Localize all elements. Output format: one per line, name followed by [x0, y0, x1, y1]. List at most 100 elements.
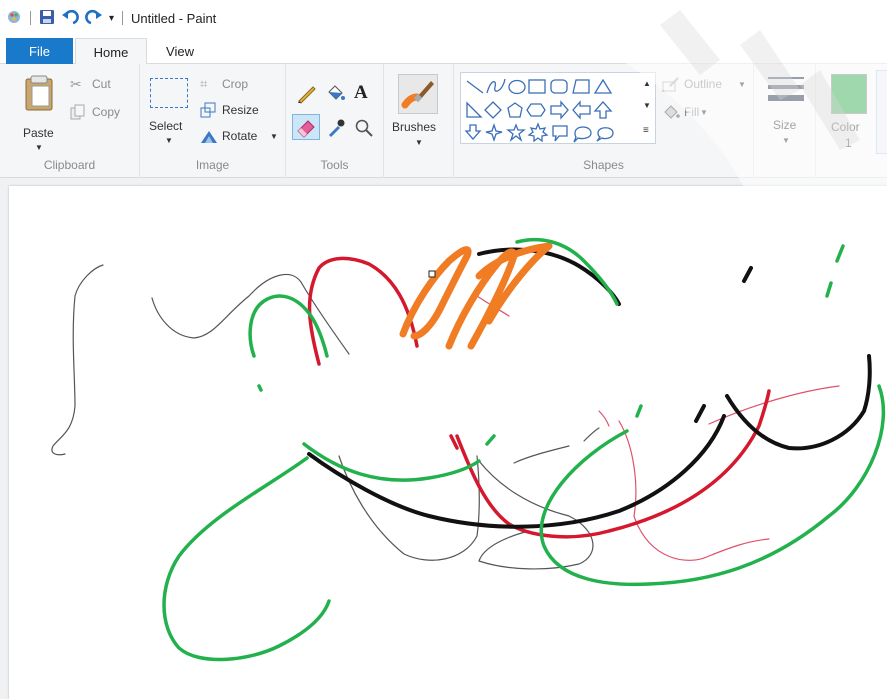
rotate-icon: [201, 131, 217, 143]
separator: [122, 11, 124, 25]
paste-icon: [25, 75, 53, 111]
size-button[interactable]: Size ▼: [762, 72, 810, 152]
paste-label: Paste: [23, 126, 54, 140]
rotate-label: Rotate: [222, 129, 258, 143]
tools-group-label: Tools: [320, 158, 349, 172]
stroke-green-dash-3: [635, 404, 643, 418]
resize-button[interactable]: Resize: [200, 102, 280, 120]
polygon-shape-icon[interactable]: [572, 79, 590, 94]
eraser-icon[interactable]: [292, 114, 320, 140]
tab-view[interactable]: View: [150, 38, 210, 64]
image-group-label: Image: [195, 158, 230, 172]
fill-bucket-icon[interactable]: [324, 84, 346, 107]
ribbon-tabs: File Home View: [0, 36, 887, 65]
redo-icon[interactable]: [85, 9, 103, 28]
drawing-canvas[interactable]: [9, 186, 887, 699]
text-tool-icon[interactable]: A: [354, 82, 368, 104]
select-label: Select: [149, 119, 183, 133]
pentagon-shape-icon[interactable]: [507, 102, 523, 118]
scissors-icon: ✂: [70, 76, 82, 92]
shapes-group: ▲ ▼ ≡ Outline ▼ Fill ▼ Shapes: [454, 64, 754, 178]
fill-icon: [664, 105, 680, 119]
five-point-star-shape-icon[interactable]: [506, 123, 526, 142]
tab-home[interactable]: Home: [75, 38, 147, 65]
chevron-down-icon: ▼: [165, 136, 173, 145]
select-button[interactable]: Select ▼: [146, 76, 192, 154]
up-arrow-shape-icon[interactable]: [593, 101, 613, 119]
quick-access-toolbar: ▾: [6, 8, 125, 28]
shapes-group-label: Shapes: [583, 158, 624, 172]
six-point-star-shape-icon[interactable]: [527, 122, 549, 143]
gallery-scroll-down-icon[interactable]: ▼: [643, 101, 651, 110]
color-picker-icon[interactable]: [326, 118, 346, 141]
color2-button[interactable]: [876, 70, 887, 154]
gallery-scroll-up-icon[interactable]: ▲: [643, 79, 651, 88]
brushes-label: Brushes: [392, 120, 437, 134]
rectangle-shape-icon[interactable]: [528, 79, 546, 94]
diamond-shape-icon[interactable]: [484, 101, 502, 119]
color1-number: 1: [845, 136, 852, 150]
crop-button[interactable]: ⌗ Crop: [200, 76, 280, 94]
separator: [30, 11, 31, 25]
fill-button[interactable]: Fill ▼: [662, 104, 732, 122]
clipboard-group: Paste ▼ ✂ Cut Copy Clipboard: [0, 64, 140, 178]
stroke-green-big-left: [162, 456, 331, 662]
stroke-black-lower: [307, 414, 726, 529]
canvas-area: [0, 178, 887, 699]
oval-shape-icon[interactable]: [508, 79, 526, 95]
stroke-thin-lower: [478, 460, 594, 570]
chevron-down-icon: ▼: [782, 136, 790, 145]
callout-oval-shape-icon[interactable]: [573, 126, 592, 143]
rounded-rectangle-shape-icon[interactable]: [550, 79, 568, 94]
stroke-black-tick: [742, 266, 753, 283]
undo-icon[interactable]: [61, 9, 79, 28]
right-triangle-shape-icon[interactable]: [466, 101, 483, 118]
stroke-green-dash-2: [825, 281, 833, 298]
right-arrow-shape-icon[interactable]: [550, 100, 569, 120]
canvas-drawing: [51, 237, 886, 662]
size-label: Size: [773, 118, 797, 132]
tab-file[interactable]: File: [6, 38, 73, 64]
callout-cloud-shape-icon[interactable]: [596, 127, 614, 142]
outline-icon: [662, 77, 679, 92]
magnifier-icon[interactable]: [354, 118, 374, 141]
outline-button[interactable]: Outline ▼: [662, 76, 752, 94]
crop-label: Crop: [222, 77, 249, 91]
callout-rectangle-shape-icon[interactable]: [552, 125, 568, 142]
size-group: Size ▼: [754, 64, 816, 178]
hexagon-shape-icon[interactable]: [526, 103, 546, 117]
resize-icon: [200, 102, 216, 118]
four-point-star-shape-icon[interactable]: [485, 122, 503, 143]
copy-button[interactable]: Copy: [70, 104, 130, 122]
clipboard-group-label: Clipboard: [43, 158, 96, 172]
chevron-down-icon: ▼: [415, 138, 423, 147]
stroke-black-dash: [694, 404, 706, 423]
fill-label: Fill: [684, 105, 700, 119]
paste-button[interactable]: Paste ▼: [14, 72, 64, 152]
save-icon[interactable]: [39, 9, 55, 28]
shapes-gallery[interactable]: ▲ ▼ ≡: [460, 72, 656, 144]
pencil-icon[interactable]: [296, 84, 318, 107]
image-group: Select ▼ ⌗ Crop Resize Rotate ▼ Image: [140, 64, 286, 178]
line-shape-icon[interactable]: [466, 80, 484, 94]
left-arrow-shape-icon[interactable]: [572, 100, 591, 120]
cut-button[interactable]: ✂ Cut: [70, 76, 130, 94]
stroke-pink-lower: [618, 420, 770, 561]
copy-label: Copy: [92, 105, 121, 119]
stroke-pink-small: [598, 410, 610, 427]
color1-button[interactable]: Color 1: [826, 70, 872, 154]
curve-shape-icon[interactable]: [486, 78, 506, 94]
down-arrow-shape-icon[interactable]: [464, 124, 482, 140]
outline-label: Outline: [684, 77, 723, 91]
chevron-down-icon: ▼: [700, 108, 708, 117]
rotate-button[interactable]: Rotate ▼: [200, 128, 282, 146]
chevron-down-icon: ▼: [738, 80, 746, 89]
selection-rectangle-icon: [150, 78, 188, 108]
brushes-button[interactable]: Brushes ▼: [390, 70, 448, 154]
brush-icon: [398, 74, 438, 114]
copy-icon: [70, 104, 85, 120]
gallery-expand-icon[interactable]: ≡: [643, 125, 649, 136]
customize-quick-access-icon[interactable]: ▾: [109, 13, 114, 24]
paint-app-icon[interactable]: [6, 9, 22, 28]
triangle-shape-icon[interactable]: [593, 78, 613, 94]
